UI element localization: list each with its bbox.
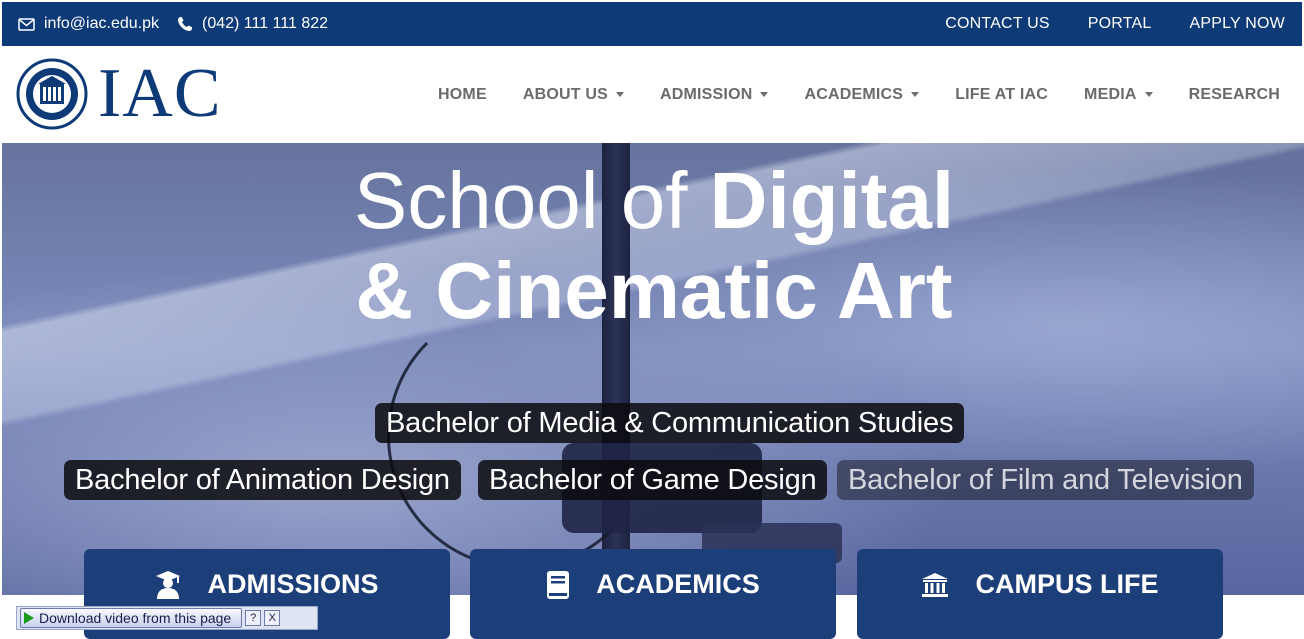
program-pill-film: Bachelor of Film and Television [837, 460, 1254, 500]
help-button[interactable]: ? [245, 610, 262, 626]
primary-nav: HOME ABOUT US ADMISSION ACADEMICS LIFE A… [402, 46, 1280, 143]
download-video-bar: Download video from this page ? X [16, 606, 318, 630]
hero-title-line2: & Cinematic Art [355, 246, 953, 335]
graduate-icon [156, 570, 181, 599]
nav-about-us[interactable]: ABOUT US [523, 86, 624, 104]
caret-down-icon [616, 92, 624, 97]
program-pill-game: Bachelor of Game Design [478, 460, 828, 500]
nav-academics-label: ACADEMICS [804, 85, 904, 103]
phone-text: (042) 111 111 822 [201, 15, 329, 32]
hero-banner: School of Digital & Cinematic Art Bachel… [2, 143, 1304, 595]
hero-title-line1: School of Digital [2, 153, 1304, 249]
nav-research[interactable]: RESEARCH [1189, 86, 1280, 104]
nav-media[interactable]: MEDIA [1084, 86, 1153, 104]
envelope-icon [18, 17, 35, 31]
iac-seal-icon [16, 58, 88, 130]
nav-research-label: RESEARCH [1188, 85, 1280, 103]
play-icon [24, 612, 34, 624]
academics-card-label: ACADEMICS [596, 569, 760, 599]
portal-link[interactable]: PORTAL [1088, 15, 1152, 33]
phone-icon [177, 17, 192, 31]
nav-admission-label: ADMISSION [660, 85, 753, 103]
program-pill-animation: Bachelor of Animation Design [64, 460, 461, 500]
site-logo[interactable]: IAC [16, 58, 222, 130]
building-icon [922, 572, 949, 597]
apply-now-link[interactable]: APPLY NOW [1190, 15, 1285, 33]
download-video-button[interactable]: Download video from this page [20, 608, 243, 628]
book-icon [547, 570, 570, 599]
campus-life-card-label: CAMPUS LIFE [975, 569, 1159, 599]
nav-home-label: HOME [438, 85, 487, 103]
download-video-label: Download video from this page [39, 610, 232, 626]
nav-life-at-iac[interactable]: LIFE AT IAC [955, 86, 1048, 104]
nav-about-label: ABOUT US [522, 85, 608, 103]
top-links: CONTACT US PORTAL APPLY NOW [924, 2, 1302, 46]
program-pill-media: Bachelor of Media & Communication Studie… [375, 403, 965, 443]
main-navbar: IAC HOME ABOUT US ADMISSION ACADEMICS LI… [2, 46, 1302, 143]
contact-us-link[interactable]: CONTACT US [945, 15, 1050, 33]
hero-title-light: School of [353, 156, 688, 245]
nav-admission[interactable]: ADMISSION [660, 85, 769, 104]
nav-home[interactable]: HOME [438, 86, 487, 104]
nav-life-label: LIFE AT IAC [955, 85, 1049, 103]
caret-down-icon [1144, 92, 1153, 97]
top-contact-bar: info@iac.edu.pk (042) 111 111 822 CONTAC… [2, 2, 1302, 46]
phone-link[interactable]: (042) 111 111 822 [177, 15, 328, 33]
campus-life-card[interactable]: CAMPUS LIFE [857, 549, 1223, 639]
nav-media-label: MEDIA [1084, 85, 1137, 103]
admissions-card-label: ADMISSIONS [207, 569, 379, 599]
email-text: info@iac.edu.pk [44, 15, 159, 32]
logo-wordmark: IAC [98, 55, 222, 132]
email-link[interactable]: info@iac.edu.pk [18, 15, 159, 33]
hero-title-bold: Digital [709, 156, 955, 245]
contact-info: info@iac.edu.pk (042) 111 111 822 [18, 2, 346, 46]
caret-down-icon [911, 92, 920, 97]
academics-card[interactable]: ACADEMICS [470, 549, 836, 639]
close-button[interactable]: X [264, 610, 281, 626]
nav-academics[interactable]: ACADEMICS [804, 85, 920, 104]
caret-down-icon [760, 92, 769, 97]
